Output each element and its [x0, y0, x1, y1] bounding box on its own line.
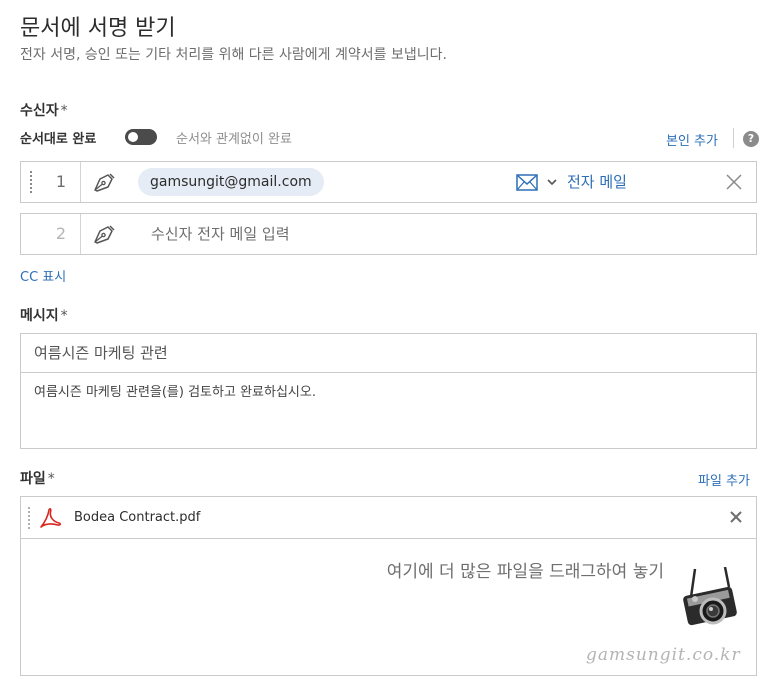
- close-icon[interactable]: [725, 173, 743, 191]
- file-name: Bodea Contract.pdf: [74, 510, 201, 525]
- camera-icon: [683, 567, 737, 626]
- order-toggle-switch[interactable]: [125, 129, 157, 145]
- recipient-email-chip[interactable]: gamsungit@gmail.com: [138, 168, 324, 196]
- drop-zone-text: 여기에 더 많은 파일을 드래그하여 놓기: [386, 562, 664, 582]
- recipient-row-2: 2 수신자 전자 메일 입력: [20, 213, 757, 255]
- any-order-label: 순서와 관계없이 완료: [176, 132, 292, 147]
- drag-handle-icon[interactable]: [28, 507, 30, 529]
- message-box: 여름시즌 마케팅 관련 여름시즌 마케팅 관련을(를) 검토하고 완료하십시오.: [20, 333, 757, 449]
- message-body-textarea[interactable]: 여름시즌 마케팅 관련을(를) 검토하고 완료하십시오.: [34, 381, 316, 400]
- drag-handle-icon[interactable]: [30, 171, 32, 193]
- divider: [733, 128, 734, 148]
- show-cc-link[interactable]: CC 표시: [20, 266, 66, 285]
- pdf-icon: [40, 508, 62, 528]
- message-label: 메시지 *: [20, 305, 68, 325]
- add-self-link[interactable]: 본인 추가: [666, 130, 718, 149]
- recipient-row-1: 1 gamsungit@gmail.com 전자 메일: [20, 161, 757, 203]
- message-label-text: 메시지: [20, 308, 59, 324]
- recipient-order-number: 2: [55, 224, 67, 243]
- required-mark: *: [47, 471, 55, 487]
- order-toggle-label: 순서대로 완료: [20, 132, 97, 147]
- files-drop-zone[interactable]: Bodea Contract.pdf 여기에 더 많은 파일을 드래그하여 놓기…: [20, 496, 757, 676]
- divider: [80, 162, 81, 202]
- recipients-label-text: 수신자: [20, 103, 59, 119]
- pen-icon[interactable]: [91, 170, 117, 194]
- page-title: 문서에 서명 받기: [20, 16, 176, 41]
- message-subject-input[interactable]: 여름시즌 마케팅 관련: [21, 334, 756, 373]
- recipient-order-number: 1: [55, 172, 67, 191]
- recipients-label: 수신자 *: [20, 100, 68, 120]
- page-subtitle: 전자 서명, 승인 또는 기타 처리를 위해 다른 사람에게 계약서를 보냅니다…: [20, 47, 447, 63]
- required-mark: *: [60, 308, 68, 324]
- delivery-method-dropdown[interactable]: 전자 메일: [567, 162, 627, 202]
- chevron-down-icon[interactable]: [546, 177, 558, 187]
- toggle-knob: [128, 132, 138, 142]
- mail-icon[interactable]: [516, 174, 538, 191]
- watermark: gamsungit.co.kr: [586, 645, 741, 665]
- pen-icon[interactable]: [91, 222, 117, 246]
- required-mark: *: [60, 103, 68, 119]
- file-row: Bodea Contract.pdf: [21, 497, 756, 539]
- recipient-email-input[interactable]: 수신자 전자 메일 입력: [151, 214, 290, 254]
- help-icon[interactable]: ?: [743, 131, 759, 147]
- files-label-text: 파일: [20, 471, 46, 487]
- files-label: 파일 *: [20, 468, 55, 488]
- add-file-link[interactable]: 파일 추가: [698, 470, 750, 489]
- divider: [80, 214, 81, 254]
- close-icon[interactable]: [729, 510, 743, 524]
